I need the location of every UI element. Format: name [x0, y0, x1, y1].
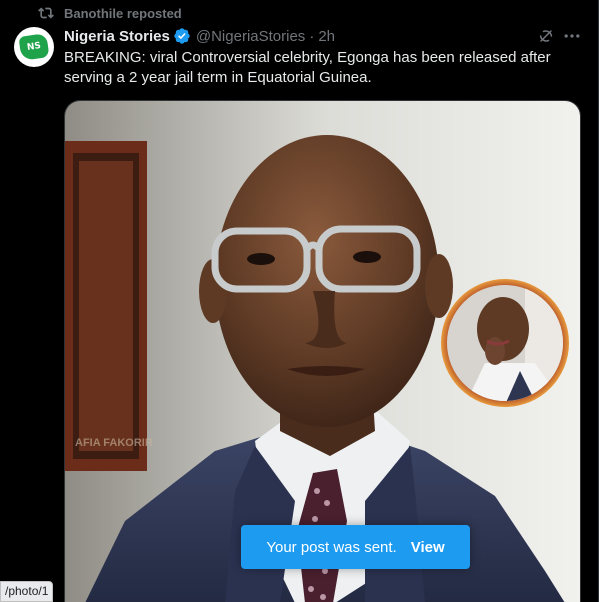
separator-dot: ·: [309, 27, 315, 45]
author-avatar[interactable]: NS: [14, 27, 54, 67]
repost-label: Banothile reposted: [64, 5, 182, 21]
author-name[interactable]: Nigeria Stories: [64, 28, 170, 45]
toast-view-link[interactable]: View: [411, 539, 445, 556]
status-url-hint: /photo/1: [0, 581, 54, 602]
verified-badge-icon[interactable]: [173, 27, 191, 45]
timeline-column: Banothile reposted NS Nigeria Stories @N…: [0, 0, 599, 602]
avatar-logo: NS: [18, 33, 50, 61]
toast-message: Your post was sent.: [266, 538, 397, 556]
repost-context[interactable]: Banothile reposted: [38, 4, 182, 22]
post-sent-toast: Your post was sent. View: [241, 525, 470, 569]
avatar-logo-text: NS: [26, 41, 42, 53]
author-handle[interactable]: @NigeriaStories: [196, 28, 305, 45]
photo-watermark: AFIA FAKORIR: [75, 437, 153, 449]
post-time[interactable]: 2h: [318, 28, 335, 45]
more-options-icon[interactable]: [562, 26, 582, 46]
tweet-text: BREAKING: viral Controversial celebrity,…: [64, 49, 551, 86]
tweet-header: Nigeria Stories @NigeriaStories · 2h: [64, 26, 335, 46]
repost-icon: [38, 7, 54, 19]
grok-icon[interactable]: [536, 26, 556, 46]
